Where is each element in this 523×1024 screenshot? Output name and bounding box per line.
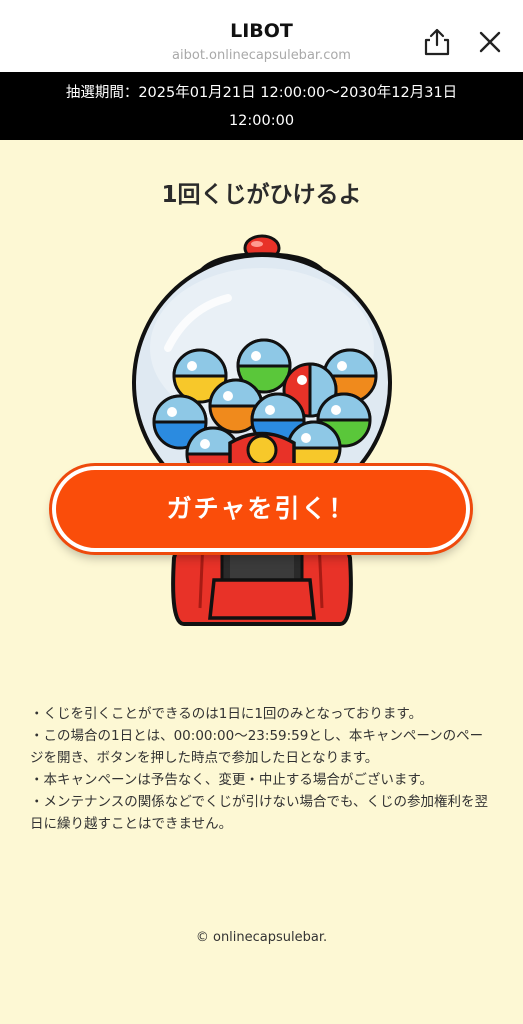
close-icon[interactable] — [478, 30, 502, 54]
note-item: ・メンテナンスの関係などでくじが引けない場合でも、くじの参加権利を翌日に繰り越す… — [30, 794, 489, 832]
period-line-1: 抽選期間：2025年01月21日 12:00:00〜2030年12月31日 — [65, 85, 458, 101]
note-item: ・この場合の1日とは、00:00:00〜23:59:59とし、本キャンペーンのペ… — [30, 728, 484, 766]
draw-count-text: 1回くじがひけるよ — [161, 182, 362, 208]
note-item: ・本キャンペーンは予告なく、変更・中止する場合がございます。 — [30, 772, 433, 788]
gacha-machine-illustration — [132, 234, 392, 626]
lottery-period-banner: 抽選期間：2025年01月21日 12:00:00〜2030年12月31日 12… — [0, 72, 523, 140]
campaign-notes: ・くじを引くことができるのは1日に1回のみとなっております。 ・この場合の1日と… — [30, 703, 496, 835]
note-item: ・くじを引くことができるのは1日に1回のみとなっております。 — [30, 706, 423, 722]
gacha-draw-button[interactable]: ガチャを引く！ — [52, 466, 470, 552]
period-line-2: 12:00:00 — [228, 113, 295, 129]
copyright-footer: © onlinecapsulebar. — [195, 930, 328, 945]
app-header: LIBOT aibot.onlinecapsulebar.com — [0, 0, 523, 72]
share-icon[interactable] — [424, 28, 450, 56]
